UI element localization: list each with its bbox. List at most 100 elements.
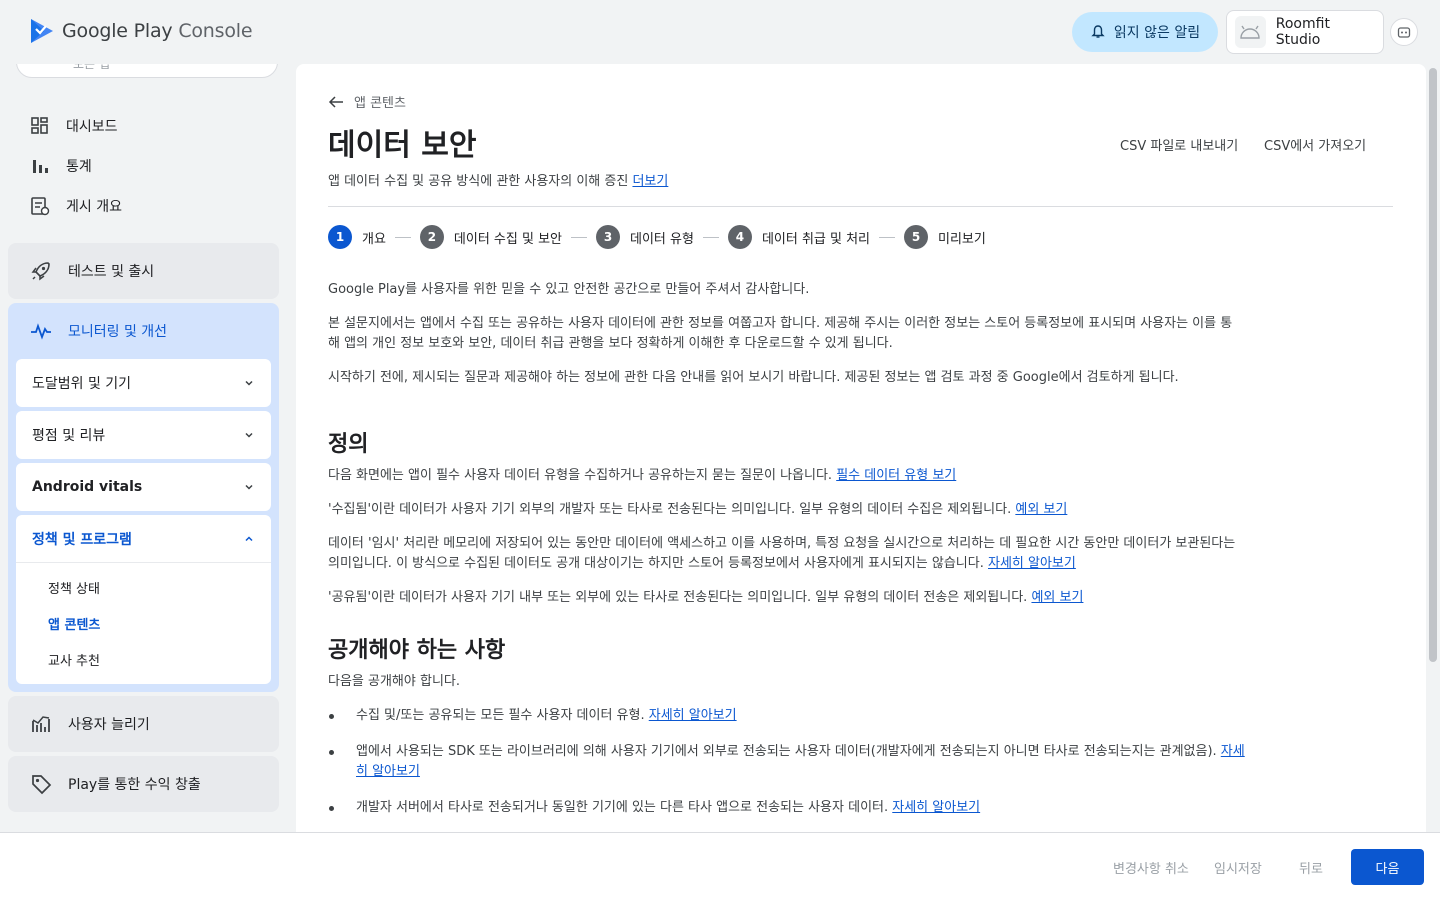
logo-text-console: Console bbox=[178, 20, 253, 42]
app-switcher[interactable]: 모든 앱 bbox=[16, 64, 278, 78]
sidebar-item-statistics[interactable]: 통계 bbox=[16, 146, 278, 186]
bar-chart-icon bbox=[33, 160, 48, 173]
intro-paragraph-1: Google Play를 사용자를 위한 믿을 수 있고 안전한 공간으로 만들… bbox=[328, 282, 810, 297]
back-link-label: 앱 콘텐츠 bbox=[354, 96, 406, 111]
import-csv-button[interactable]: CSV에서 가져오기 bbox=[1264, 135, 1366, 154]
chevron-down-icon bbox=[245, 432, 253, 438]
help-icon bbox=[1397, 27, 1411, 38]
definition-shared: '공유됨'이란 데이터가 사용자 기기 내부 또는 외부에 있는 타사로 전송된… bbox=[328, 588, 1238, 608]
ephemeral-learn-more-link[interactable]: 자세히 알아보기 bbox=[988, 556, 1076, 571]
sidebar-group-label: 테스트 및 출시 bbox=[68, 264, 155, 280]
next-button[interactable]: 다음 bbox=[1351, 849, 1424, 885]
sidebar-subitem-teacher-approved[interactable]: 교사 추천 bbox=[16, 641, 271, 677]
sidebar-card-android-vitals[interactable]: Android vitals bbox=[16, 463, 271, 511]
step-preview[interactable]: 5 미리보기 bbox=[904, 225, 986, 249]
account-switcher[interactable]: Roomfit Studio bbox=[1226, 10, 1384, 54]
step-label: 데이터 수집 및 보안 bbox=[453, 231, 562, 247]
sidebar: 모든 앱 대시보드 통계 게시 개요 테스트 및 출시 모니터링 및 개선 도달… bbox=[0, 64, 288, 832]
intro-paragraph-3: 시작하기 전에, 제시되는 질문과 제공해야 하는 정보에 관한 다음 안내를 … bbox=[328, 370, 1179, 385]
scrollbar-thumb[interactable] bbox=[1429, 68, 1437, 662]
definitions-heading: 정의 bbox=[328, 432, 369, 457]
step-separator bbox=[702, 236, 719, 238]
sidebar-card-label: 평점 및 리뷰 bbox=[32, 428, 106, 444]
list-item-text: 앱에서 사용되는 SDK 또는 라이브러리에 의해 사용자 기기에서 외부로 전… bbox=[356, 744, 1221, 759]
step-number: 2 bbox=[419, 225, 444, 249]
learn-more-link[interactable]: 더보기 bbox=[632, 174, 668, 189]
sidebar-subitem-app-content[interactable]: 앱 콘텐츠 bbox=[16, 605, 271, 641]
play-console-logo[interactable]: Google Play Console bbox=[30, 18, 253, 44]
app-switcher-label: 모든 앱 bbox=[73, 64, 110, 71]
account-name: Roomfit Studio bbox=[1275, 16, 1330, 48]
learn-more-link[interactable]: 자세히 알아보기 bbox=[649, 708, 737, 723]
dashboard-icon bbox=[31, 117, 48, 134]
sidebar-group-label: 모니터링 및 개선 bbox=[68, 324, 168, 340]
required-data-types-link[interactable]: 필수 데이터 유형 보기 bbox=[836, 468, 956, 483]
definition-text: 데이터 '임시' 처리란 메모리에 저장되어 있는 동안만 데이터에 액세스하고… bbox=[328, 536, 1236, 571]
page-title: 데이터 보안 bbox=[328, 128, 477, 163]
step-separator bbox=[879, 236, 896, 238]
step-label: 데이터 유형 bbox=[630, 231, 694, 247]
discard-changes-button[interactable]: 변경사항 취소 bbox=[1113, 858, 1189, 877]
sidebar-item-label: 통계 bbox=[66, 159, 92, 175]
list-item: 앱에서 사용되는 SDK 또는 라이브러리에 의해 사용자 기기에서 외부로 전… bbox=[328, 742, 1248, 782]
definition-text: '수집됨'이란 데이터가 사용자 기기 외부의 개발자 또는 타사로 전송된다는… bbox=[328, 502, 1016, 517]
definition-text: '공유됨'이란 데이터가 사용자 기기 내부 또는 외부에 있는 타사로 전송된… bbox=[328, 590, 1032, 605]
sidebar-group-grow-users[interactable]: 사용자 늘리기 bbox=[8, 696, 279, 752]
step-separator bbox=[394, 236, 411, 238]
chevron-down-icon bbox=[245, 380, 253, 386]
collected-exceptions-link[interactable]: 예외 보기 bbox=[1015, 502, 1067, 517]
sidebar-group-label: 사용자 늘리기 bbox=[68, 717, 150, 733]
definition-text: 다음 화면에는 앱이 필수 사용자 데이터 유형을 수집하거나 공유하는지 묻는… bbox=[328, 468, 837, 483]
shared-exceptions-link[interactable]: 예외 보기 bbox=[1031, 590, 1083, 605]
unread-notifications-button[interactable]: 읽지 않은 알림 bbox=[1072, 12, 1218, 52]
sidebar-card-ratings-reviews[interactable]: 평점 및 리뷰 bbox=[16, 411, 271, 459]
step-data-handling[interactable]: 4 데이터 취급 및 처리 bbox=[727, 225, 870, 249]
scrollbar[interactable] bbox=[1426, 64, 1440, 832]
logo-text-google-play: Google Play bbox=[62, 20, 173, 42]
step-data-collection[interactable]: 2 데이터 수집 및 보안 bbox=[419, 225, 562, 249]
sidebar-card-label: Android vitals bbox=[32, 479, 143, 495]
definition-ephemeral: 데이터 '임시' 처리란 메모리에 저장되어 있는 동안만 데이터에 액세스하고… bbox=[328, 534, 1238, 574]
action-footer: 변경사항 취소 임시저장 뒤로 다음 bbox=[0, 832, 1440, 900]
unread-notifications-label: 읽지 않은 알림 bbox=[1113, 25, 1201, 41]
step-number: 1 bbox=[328, 225, 352, 249]
intro-paragraph-2: 본 설문지에서는 앱에서 수집 또는 공유하는 사용자 데이터에 관한 정보를 … bbox=[328, 316, 1233, 351]
play-console-logo-icon bbox=[31, 19, 53, 43]
main-panel: 앱 콘텐츠 데이터 보안 앱 데이터 수집 및 공유 방식에 관한 사용자의 이… bbox=[296, 64, 1426, 832]
pulse-icon bbox=[31, 323, 51, 340]
sidebar-card-reach-devices[interactable]: 도달범위 및 기기 bbox=[16, 359, 271, 407]
top-bar: Google Play Console 읽지 않은 알림 Roomfit Stu… bbox=[0, 0, 1440, 64]
sidebar-group-label: Play를 통한 수익 창출 bbox=[68, 777, 201, 793]
sidebar-group-monitoring-header[interactable]: 모니터링 및 개선 bbox=[8, 303, 279, 359]
android-icon bbox=[1235, 16, 1266, 48]
step-number: 4 bbox=[727, 225, 752, 249]
step-data-types[interactable]: 3 데이터 유형 bbox=[596, 225, 694, 249]
step-number: 5 bbox=[904, 225, 929, 249]
sidebar-item-label: 대시보드 bbox=[66, 119, 118, 135]
learn-more-link[interactable]: 자세히 알아보기 bbox=[892, 800, 980, 815]
step-overview[interactable]: 1 개요 bbox=[328, 225, 386, 249]
chevron-up-icon bbox=[245, 535, 253, 541]
sidebar-group-monetize[interactable]: Play를 통한 수익 창출 bbox=[8, 756, 279, 812]
sidebar-card-policy-header[interactable]: 정책 및 프로그램 bbox=[16, 515, 271, 563]
sidebar-card-label: 정책 및 프로그램 bbox=[32, 531, 132, 548]
list-item: 수집 및/또는 공유되는 모든 필수 사용자 데이터 유형. 자세히 알아보기 bbox=[328, 706, 1248, 726]
list-item: 개발자 서버에서 타사로 전송되거나 동일한 기기에 있는 다른 타사 앱으로 … bbox=[328, 798, 1248, 818]
back-button[interactable]: 뒤로 bbox=[1299, 858, 1323, 877]
rocket-icon bbox=[31, 262, 50, 281]
export-csv-button[interactable]: CSV 파일로 내보내기 bbox=[1120, 135, 1238, 154]
growth-chart-icon bbox=[32, 716, 50, 732]
save-draft-button[interactable]: 임시저장 bbox=[1214, 858, 1262, 877]
sidebar-card-label: 도달범위 및 기기 bbox=[32, 376, 132, 392]
sidebar-item-dashboard[interactable]: 대시보드 bbox=[16, 106, 278, 146]
disclose-intro: 다음을 공개해야 합니다. bbox=[328, 674, 460, 689]
sidebar-item-label: 게시 개요 bbox=[66, 199, 122, 215]
sidebar-item-publishing-overview[interactable]: 게시 개요 bbox=[16, 186, 278, 226]
help-button[interactable] bbox=[1390, 18, 1418, 46]
tag-icon bbox=[32, 775, 52, 795]
chevron-down-icon bbox=[245, 484, 253, 490]
header-divider bbox=[328, 206, 1393, 207]
back-link[interactable]: 앱 콘텐츠 bbox=[328, 92, 406, 111]
sidebar-subitem-policy-status[interactable]: 정책 상태 bbox=[16, 569, 271, 605]
sidebar-group-testing[interactable]: 테스트 및 출시 bbox=[8, 243, 279, 299]
